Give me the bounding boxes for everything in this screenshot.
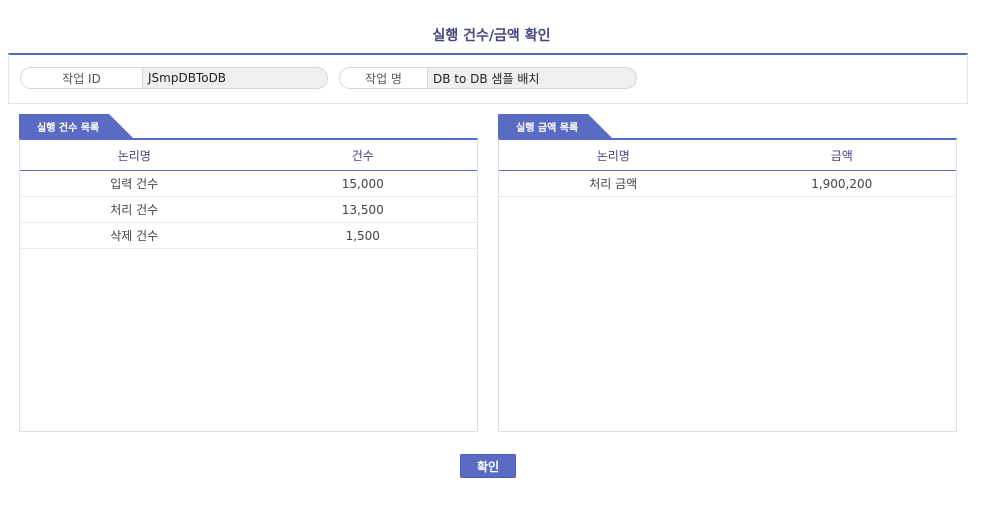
job-name-label: 작업 명 [340, 68, 428, 88]
count-table: 논리명 건수 입력 건수 15,000 처리 건수 13,500 삭제 건수 1… [19, 138, 478, 432]
amount-header-name: 논리명 [596, 148, 630, 163]
job-id-value: JSmpDBToDB [148, 71, 227, 85]
row-value: 15,000 [341, 176, 384, 191]
count-panel: 실행 건수 목록 논리명 건수 입력 건수 15,000 처리 건수 13,50… [19, 114, 478, 432]
count-table-header: 논리명 건수 [20, 140, 477, 171]
amount-header-value: 금액 [830, 148, 853, 163]
row-name: 처리 건수 [110, 203, 159, 217]
count-header-name: 논리명 [117, 148, 151, 163]
job-name-value: DB to DB 샘플 배치 [433, 71, 540, 86]
amount-panel-tab: 실행 금액 목록 [498, 114, 612, 138]
job-name-field: 작업 명 DB to DB 샘플 배치 [339, 67, 637, 89]
amount-table-header: 논리명 금액 [499, 140, 956, 171]
job-id-label: 작업 ID [21, 68, 143, 88]
table-row[interactable]: 처리 건수 13,500 [20, 197, 477, 223]
count-panel-tab: 실행 건수 목록 [19, 114, 133, 138]
row-value: 1,500 [345, 228, 380, 243]
table-row[interactable]: 처리 금액 1,900,200 [499, 171, 956, 197]
table-row[interactable]: 삭제 건수 1,500 [20, 223, 477, 249]
dialog-title: 실행 건수/금액 확인 [432, 28, 551, 44]
row-value: 1,900,200 [811, 176, 873, 191]
job-info-box: 작업 ID JSmpDBToDB 작업 명 DB to DB 샘플 배치 [8, 53, 968, 104]
count-header-value: 건수 [351, 148, 374, 163]
confirm-button[interactable]: 확인 [460, 454, 516, 478]
row-name: 삭제 건수 [110, 229, 159, 243]
amount-table: 논리명 금액 처리 금액 1,900,200 [498, 138, 957, 432]
row-value: 13,500 [341, 202, 384, 217]
row-name: 처리 금액 [589, 177, 638, 191]
amount-panel: 실행 금액 목록 논리명 금액 처리 금액 1,900,200 [498, 114, 957, 432]
job-id-field: 작업 ID JSmpDBToDB [20, 67, 328, 89]
row-name: 입력 건수 [110, 177, 159, 191]
table-row[interactable]: 입력 건수 15,000 [20, 171, 477, 197]
